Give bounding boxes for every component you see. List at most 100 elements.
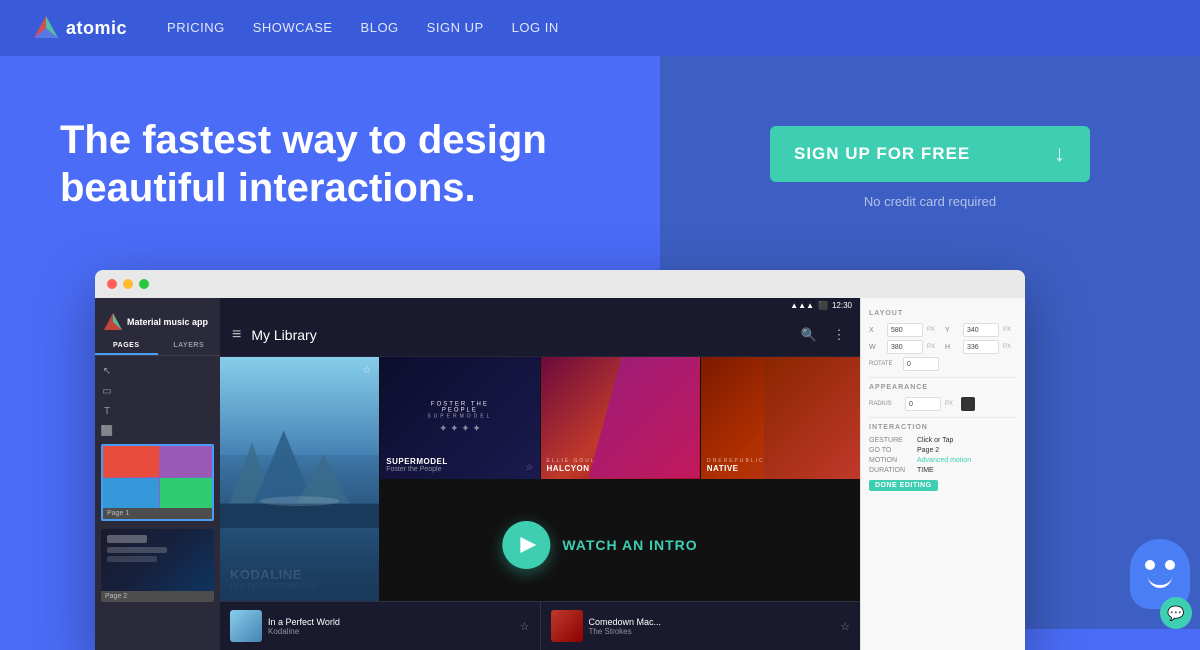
kodaline-star[interactable]: ☆ <box>362 365 371 376</box>
track-2-name: Comedown Mac... <box>589 617 835 627</box>
page-1-image <box>103 446 214 508</box>
rotate-label: ROTATE <box>869 361 899 367</box>
y-label: Y <box>945 327 959 334</box>
more-icon[interactable]: ⋮ <box>830 326 848 344</box>
nav-blog[interactable]: BLOG <box>361 20 399 35</box>
tab-layers[interactable]: LAYERS <box>158 338 221 355</box>
chatbot-mouth <box>1148 576 1172 588</box>
play-triangle <box>520 537 536 553</box>
y-input[interactable]: 340 <box>963 323 999 337</box>
app-right-panel: LAYOUT X 580 PX Y 340 PX W 380 PX H 336 … <box>860 298 1025 650</box>
logo-icon <box>32 14 60 42</box>
motion-value: Advanced motion <box>917 457 971 464</box>
menu-icon[interactable]: ≡ <box>232 326 241 344</box>
duration-label: DURATION <box>869 467 913 474</box>
signup-button[interactable]: SIGN UP FOR FREE ↓ <box>770 126 1090 182</box>
layout-section-title: LAYOUT <box>869 310 1017 317</box>
screen-body: Material music app PAGES LAYERS ↖ ▭ T ⬜ <box>95 298 1025 650</box>
navbar: atomic PRICING SHOWCASE BLOG SIGN UP LOG… <box>0 0 1200 56</box>
hero-title: The fastest way to design beautiful inte… <box>60 116 580 212</box>
watch-intro-button[interactable]: WATCH AN INTRO <box>502 521 697 569</box>
sidebar-tools: ↖ ▭ T ⬜ <box>95 362 220 440</box>
logo-text: atomic <box>66 18 127 39</box>
track-1-name: In a Perfect World <box>268 617 514 627</box>
halcyon-card[interactable]: ELLIE GOULDING Halcyon Days Ellie Gouldi… <box>541 357 700 479</box>
track-2-artist: The Strokes <box>589 627 835 636</box>
nav-links: PRICING SHOWCASE BLOG SIGN UP LOG IN <box>167 19 559 37</box>
track-1-artist: Kodaline <box>268 627 514 636</box>
app-screenshot: Material music app PAGES LAYERS ↖ ▭ T ⬜ <box>95 270 1025 650</box>
chat-bubble-icon[interactable]: 💬 <box>1160 597 1192 629</box>
cursor-icon[interactable]: ↖ <box>99 363 115 379</box>
native-card[interactable]: ONEREPUBLIC Native One Republic ☆ <box>701 357 860 479</box>
h-input[interactable]: 336 <box>963 340 999 354</box>
track-1-star[interactable]: ☆ <box>520 620 530 633</box>
page-2-thumb[interactable]: Page 2 <box>101 529 214 602</box>
logo[interactable]: atomic <box>32 14 127 42</box>
nav-showcase[interactable]: SHOWCASE <box>253 20 333 35</box>
h-label: H <box>945 344 959 351</box>
window-dot-green <box>139 279 149 289</box>
supermodel-title: Supermodel <box>386 457 447 466</box>
text-icon[interactable]: T <box>99 403 115 419</box>
rectangle-icon[interactable]: ▭ <box>99 383 115 399</box>
no-credit-text: No credit card required <box>864 194 996 209</box>
app-logo-icon <box>103 312 123 332</box>
appearance-section-title: APPEARANCE <box>869 384 1017 391</box>
supermodel-card[interactable]: FOSTER THE PEOPLE SUPERMODEL ✦ ✦ ✦ ✦ Sup… <box>380 357 539 479</box>
window-titlebar <box>95 270 1025 298</box>
track-2-star[interactable]: ☆ <box>840 620 850 633</box>
chatbot-eyes <box>1145 560 1175 570</box>
sidebar-tabs: PAGES LAYERS <box>95 338 220 356</box>
page-1-label: Page 1 <box>103 508 212 519</box>
nav-pricing[interactable]: PRICING <box>167 20 225 35</box>
rotate-input[interactable]: 0 <box>903 357 939 371</box>
signal-icon: ⬛ <box>818 301 828 310</box>
goto-value: Page 2 <box>917 447 939 454</box>
topbar-icons: 🔍 ⋮ <box>800 326 848 344</box>
status-time: 12:30 <box>832 301 852 310</box>
window-dot-red <box>107 279 117 289</box>
radius-input[interactable]: 0 <box>905 397 941 411</box>
w-input[interactable]: 380 <box>887 340 923 354</box>
app-left-sidebar: Material music app PAGES LAYERS ↖ ▭ T ⬜ <box>95 298 220 650</box>
window-dot-yellow <box>123 279 133 289</box>
chat-icon: 💬 <box>1167 605 1184 622</box>
page-2-label: Page 2 <box>101 591 214 602</box>
tab-pages[interactable]: PAGES <box>95 338 158 355</box>
bottom-item-2[interactable]: Comedown Mac... The Strokes ☆ <box>540 602 861 650</box>
wifi-icon: ▲▲▲ <box>790 301 814 310</box>
watch-label: WATCH AN INTRO <box>562 537 697 553</box>
chatbot-eye-left <box>1145 560 1155 570</box>
status-bar: ▲▲▲ ⬛ 12:30 <box>220 298 860 313</box>
motion-label: MOTION <box>869 457 913 464</box>
goto-label: GO TO <box>869 447 913 454</box>
app-name-label: Material music app <box>127 317 208 327</box>
nav-login[interactable]: LOG IN <box>512 20 559 35</box>
play-icon[interactable] <box>502 521 550 569</box>
nav-signup[interactable]: SIGN UP <box>427 20 484 35</box>
arrow-down-icon: ↓ <box>1054 141 1066 167</box>
color-swatch[interactable] <box>961 397 975 411</box>
x-label: X <box>869 327 883 334</box>
supermodel-subtitle: Foster the People <box>386 466 447 473</box>
page-1-thumb[interactable]: Page 1 <box>101 444 214 521</box>
app-sidebar-header: Material music app <box>95 306 220 338</box>
bottom-item-1[interactable]: In a Perfect World Kodaline ☆ <box>220 602 540 650</box>
supermodel-star[interactable]: ☆ <box>525 462 533 473</box>
app-topbar: ≡ My Library 🔍 ⋮ <box>220 313 860 357</box>
app-main-content: ▲▲▲ ⬛ 12:30 ≡ My Library 🔍 ⋮ <box>220 298 860 650</box>
gesture-label: GESTURE <box>869 437 913 444</box>
signup-label: SIGN UP FOR FREE <box>794 144 970 164</box>
kodaline-card[interactable]: KODALINE IN A PERFECT WORLD ☆ <box>220 357 379 601</box>
library-title: My Library <box>251 327 800 343</box>
bottom-track-row: In a Perfect World Kodaline ☆ Comedown M… <box>220 601 860 650</box>
radius-label: RADIUS <box>869 401 901 407</box>
x-input[interactable]: 580 <box>887 323 923 337</box>
page-2-image <box>101 529 214 591</box>
chatbot-widget[interactable]: 💬 <box>1120 529 1200 629</box>
duration-value: TIME <box>917 467 934 474</box>
image-icon[interactable]: ⬜ <box>99 423 115 439</box>
search-icon[interactable]: 🔍 <box>800 326 818 344</box>
done-editing-button[interactable]: DONE EDITING <box>869 480 938 491</box>
